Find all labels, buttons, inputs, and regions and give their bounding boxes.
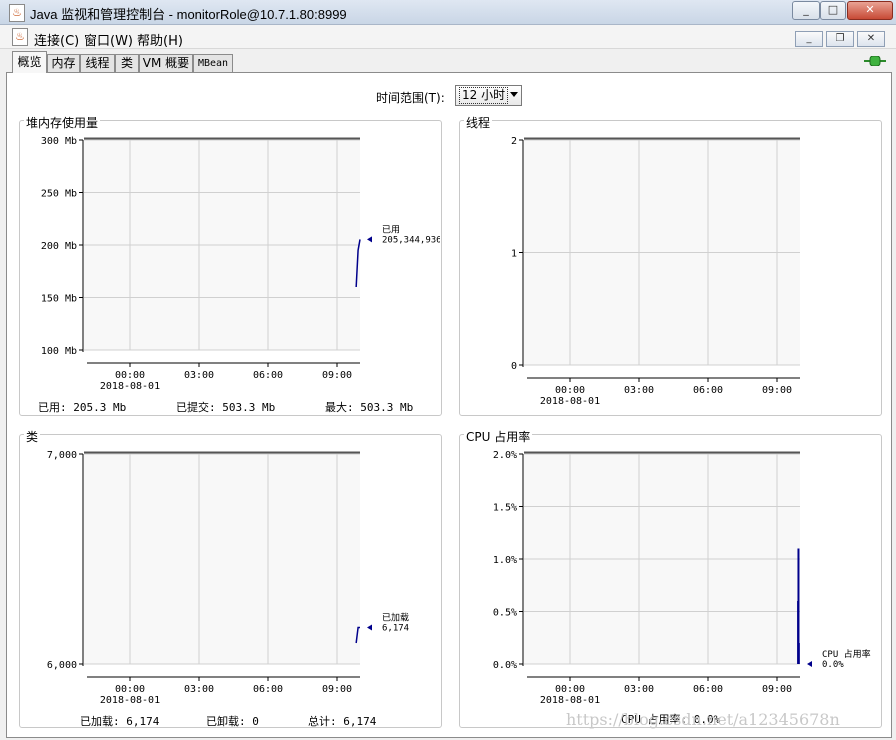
inner-restore-button[interactable]: ❐ xyxy=(826,31,854,47)
cpu-x-tick-label: 03:00 xyxy=(624,684,654,695)
classes-unloaded-stat: 已卸载: 0 xyxy=(206,715,259,728)
heap-legend-marker xyxy=(367,236,372,243)
close-button[interactable]: ✕ xyxy=(847,1,893,20)
threads-y-tick-label: 2 xyxy=(511,136,517,147)
cpu-y-tick-label: 0.0% xyxy=(493,660,517,671)
classes-chart: 7,000 6,000 00:00 03:00 06:00 09:00 2018-08-01… xyxy=(47,450,409,706)
cpu-x-tick-label: 06:00 xyxy=(693,684,723,695)
threads-chart: 2 1 0 00:00 03:00 06:00 09:00 2018-08-01 xyxy=(511,136,800,407)
heap-y-tick-label: 250 Mb xyxy=(41,189,77,200)
heap-x-tick-label: 09:00 xyxy=(322,370,352,381)
time-range-select[interactable]: 12 小时 xyxy=(455,85,522,106)
heap-x-date-label: 2018-08-01 xyxy=(100,381,160,392)
minimize-button[interactable]: _ xyxy=(792,1,820,20)
tab-threads[interactable]: 线程 xyxy=(80,54,115,72)
cpu-legend-value: 0.0% xyxy=(822,660,844,670)
threads-y-tick-label: 0 xyxy=(511,361,517,372)
heap-max-stat: 最大: 503.3 Mb xyxy=(325,401,414,414)
cpu-x-tick-label: 09:00 xyxy=(762,684,792,695)
cpu-y-tick-label: 1.0% xyxy=(493,555,517,566)
classes-legend-value: 6,174 xyxy=(382,623,409,633)
cpu-x-tick-label: 00:00 xyxy=(555,684,585,695)
classes-y-tick-label: 7,000 xyxy=(47,450,77,461)
classes-total-stat: 总计: 6,174 xyxy=(308,715,377,728)
cpu-y-tick-label: 1.5% xyxy=(493,503,517,514)
heap-y-tick-label: 200 Mb xyxy=(41,241,77,252)
tab-vm-summary[interactable]: VM 概要 xyxy=(139,54,193,72)
tab-memory[interactable]: 内存 xyxy=(47,54,80,72)
cpu-y-tick-label: 0.5% xyxy=(493,608,517,619)
threads-x-date-label: 2018-08-01 xyxy=(540,396,600,407)
java-cup-icon: ♨ xyxy=(9,4,25,22)
tab-mbean[interactable]: MBean xyxy=(193,54,233,72)
heap-chart: 300 Mb 250 Mb 200 Mb 150 Mb 100 Mb 00:00 03:00… xyxy=(41,136,440,392)
inner-minimize-button[interactable]: _ xyxy=(795,31,823,47)
classes-x-date-label: 2018-08-01 xyxy=(100,695,160,706)
classes-legend-name: 已加载 xyxy=(382,611,409,623)
classes-x-tick-label: 00:00 xyxy=(115,684,145,695)
inner-close-button[interactable]: ✕ xyxy=(857,31,885,47)
classes-loaded-stat: 已加载: 6,174 xyxy=(80,715,160,728)
watermark: https://blog.csdn.net/a12345678n xyxy=(566,710,840,729)
connection-status-icon xyxy=(864,56,886,66)
heap-x-tick-label: 06:00 xyxy=(253,370,283,381)
time-range-value: 12 小时 xyxy=(459,87,509,104)
menu-connection[interactable]: 连接(C) xyxy=(34,30,79,49)
classes-x-tick-label: 03:00 xyxy=(184,684,214,695)
cpu-chart: 2.0% 1.5% 1.0% 0.5% 0.0% 00:00 03:00 06:00 09:00… xyxy=(493,450,871,706)
chevron-down-icon xyxy=(510,92,518,97)
heap-x-tick-label: 03:00 xyxy=(184,370,214,381)
cpu-legend-marker xyxy=(807,661,812,667)
menu-window[interactable]: 窗口(W) xyxy=(84,30,133,49)
threads-y-tick-label: 1 xyxy=(511,249,517,260)
window-title: Java 监视和管理控制台 - monitorRole@10.7.1.80:89… xyxy=(30,7,347,22)
classes-x-tick-label: 09:00 xyxy=(322,684,352,695)
maximize-button[interactable]: □ xyxy=(820,1,846,20)
classes-y-tick-label: 6,000 xyxy=(47,660,77,671)
heap-committed-stat: 已提交: 503.3 Mb xyxy=(176,401,276,414)
heap-y-tick-label: 150 Mb xyxy=(41,294,77,305)
threads-x-tick-label: 09:00 xyxy=(762,385,792,396)
threads-x-tick-label: 03:00 xyxy=(624,385,654,396)
menu-bar xyxy=(0,25,896,49)
tab-classes[interactable]: 类 xyxy=(115,54,139,72)
threads-x-tick-label: 00:00 xyxy=(555,385,585,396)
heap-used-stat: 已用: 205.3 Mb xyxy=(38,401,127,414)
time-range-label: 时间范围(T): xyxy=(376,91,445,105)
classes-legend-marker xyxy=(367,624,372,631)
heap-y-tick-label: 300 Mb xyxy=(41,136,77,147)
heap-legend-value: 205,344,936 xyxy=(382,235,440,245)
threads-x-tick-label: 06:00 xyxy=(693,385,723,396)
classes-plot-area xyxy=(84,454,360,664)
heap-x-tick-label: 00:00 xyxy=(115,370,145,381)
classes-x-tick-label: 06:00 xyxy=(253,684,283,695)
java-cup-icon: ♨ xyxy=(12,28,28,46)
tab-overview[interactable]: 概览 xyxy=(12,51,47,73)
cpu-y-tick-label: 2.0% xyxy=(493,450,517,461)
heap-y-tick-label: 100 Mb xyxy=(41,346,77,357)
cpu-legend-name: CPU 占用率 xyxy=(822,648,871,660)
menu-help[interactable]: 帮助(H) xyxy=(137,30,183,49)
heap-legend-name: 已用 xyxy=(382,224,400,235)
cpu-x-date-label: 2018-08-01 xyxy=(540,695,600,706)
